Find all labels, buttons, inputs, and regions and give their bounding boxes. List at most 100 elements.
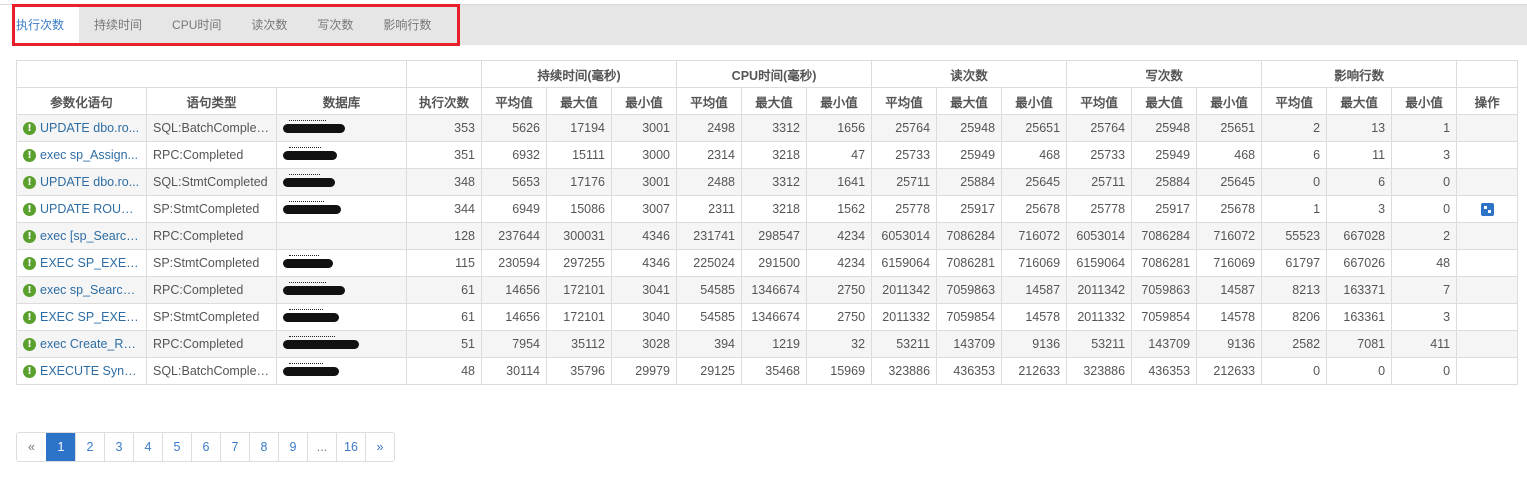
rows-min-cell: 3 (1391, 141, 1458, 169)
table-row: ! exec sp_Search... RPC:Completed 61 14656 17… (16, 276, 1519, 304)
writes-max-cell: 7059854 (1131, 303, 1198, 331)
reads-min-cell: 716072 (1001, 222, 1068, 250)
tab-3[interactable]: 读次数 (236, 5, 302, 45)
pagination-page-7[interactable]: 7 (220, 433, 249, 461)
col-header-duration-avg[interactable]: 平均值 (481, 87, 548, 115)
info-icon[interactable]: ! (23, 175, 36, 189)
cpu-avg-cell: 54585 (676, 276, 743, 304)
exec-count-cell: 48 (406, 357, 483, 385)
col-header-cpu-min[interactable]: 最小值 (806, 87, 873, 115)
dur-max-cell: 297255 (546, 249, 613, 277)
col-header-reads-avg[interactable]: 平均值 (871, 87, 938, 115)
tab-2[interactable]: CPU时间 (157, 5, 236, 45)
reads-max-cell: 25949 (936, 141, 1003, 169)
col-header-writes-max[interactable]: 最大值 (1131, 87, 1198, 115)
cpu-max-cell: 291500 (741, 249, 808, 277)
writes-avg-cell: 53211 (1066, 330, 1133, 358)
info-icon[interactable]: ! (23, 364, 36, 378)
writes-max-cell: 436353 (1131, 357, 1198, 385)
statement-link[interactable]: UPDATE ROUTE... (40, 202, 140, 216)
tab-4[interactable]: 写次数 (302, 5, 368, 45)
exec-count-cell: 115 (406, 249, 483, 277)
pagination-page-8[interactable]: 8 (249, 433, 278, 461)
col-header-reads-max[interactable]: 最大值 (936, 87, 1003, 115)
info-icon[interactable]: ! (23, 283, 36, 297)
statement-link[interactable]: UPDATE dbo.ro... (40, 175, 139, 189)
dur-max-cell: 15111 (546, 141, 613, 169)
pagination-ellipsis[interactable]: ... (307, 433, 336, 461)
rows-avg-cell: 55523 (1261, 222, 1328, 250)
statement-type-cell: RPC:Completed (146, 141, 277, 169)
statement-link[interactable]: exec sp_Search... (40, 283, 140, 297)
col-header-reads-min[interactable]: 最小值 (1001, 87, 1068, 115)
statement-link[interactable]: exec [sp_Search... (40, 229, 140, 243)
col-header-rows-min[interactable]: 最小值 (1391, 87, 1458, 115)
pagination-page-2[interactable]: 2 (75, 433, 104, 461)
exec-count-cell: 351 (406, 141, 483, 169)
col-header-type[interactable]: 语句类型 (146, 87, 277, 115)
info-icon[interactable]: ! (23, 148, 36, 162)
info-icon[interactable]: ! (23, 121, 36, 135)
info-icon[interactable]: ! (23, 256, 36, 270)
cpu-max-cell: 3312 (741, 114, 808, 142)
cpu-avg-cell: 225024 (676, 249, 743, 277)
rows-avg-cell: 2 (1261, 114, 1328, 142)
writes-max-cell: 25917 (1131, 195, 1198, 223)
pagination-page-16[interactable]: 16 (336, 433, 365, 461)
col-header-duration-max[interactable]: 最大值 (546, 87, 613, 115)
statement-link[interactable]: EXEC SP_EXECU... (40, 256, 140, 270)
col-header-duration-min[interactable]: 最小值 (611, 87, 678, 115)
action-cell (1456, 195, 1519, 223)
col-header-database[interactable]: 数据库 (275, 87, 408, 115)
rows-min-cell: 2 (1391, 222, 1458, 250)
info-icon[interactable]: ! (23, 229, 36, 243)
tab-0[interactable]: 执行次数 (0, 5, 80, 45)
dur-avg-cell: 14656 (481, 276, 548, 304)
info-icon[interactable]: ! (23, 337, 36, 351)
dur-max-cell: 17176 (546, 168, 613, 196)
pagination-page-6[interactable]: 6 (191, 433, 220, 461)
rows-min-cell: 1 (1391, 114, 1458, 142)
statement-link[interactable]: UPDATE dbo.ro... (40, 121, 139, 135)
statement-link[interactable]: EXECUTE SyncD... (40, 364, 140, 378)
dur-max-cell: 172101 (546, 276, 613, 304)
pagination-page-3[interactable]: 3 (104, 433, 133, 461)
pagination-next-button[interactable]: » (365, 433, 394, 461)
pagination-prev-button[interactable]: « (17, 433, 46, 461)
dur-max-cell: 15086 (546, 195, 613, 223)
pagination-page-5[interactable]: 5 (162, 433, 191, 461)
statement-link[interactable]: exec Create_Ro... (40, 337, 140, 351)
pagination-page-1[interactable]: 1 (46, 433, 75, 461)
statement-cell: ! exec [sp_Search... (16, 222, 147, 250)
info-icon[interactable]: ! (23, 202, 36, 216)
col-header-cpu-max[interactable]: 最大值 (741, 87, 808, 115)
exec-count-cell: 61 (406, 303, 483, 331)
col-header-rows-max[interactable]: 最大值 (1326, 87, 1393, 115)
col-header-writes-min[interactable]: 最小值 (1196, 87, 1263, 115)
cpu-avg-cell: 394 (676, 330, 743, 358)
col-header-rows-avg[interactable]: 平均值 (1261, 87, 1328, 115)
pagination-page-9[interactable]: 9 (278, 433, 307, 461)
info-icon[interactable]: ! (23, 310, 36, 324)
rows-avg-cell: 8206 (1261, 303, 1328, 331)
tab-5[interactable]: 影响行数 (368, 5, 446, 45)
col-header-statement[interactable]: 参数化语句 (16, 87, 147, 115)
detail-icon[interactable] (1480, 203, 1494, 217)
writes-max-cell: 143709 (1131, 330, 1198, 358)
pagination-page-4[interactable]: 4 (133, 433, 162, 461)
dur-min-cell: 3001 (611, 114, 678, 142)
col-header-writes-avg[interactable]: 平均值 (1066, 87, 1133, 115)
reads-avg-cell: 2011342 (871, 276, 938, 304)
statement-type-cell: SQL:StmtCompleted (146, 168, 277, 196)
writes-avg-cell: 6053014 (1066, 222, 1133, 250)
group-header-writes: 写次数 (1066, 60, 1263, 88)
tab-1[interactable]: 持续时间 (79, 5, 157, 45)
col-header-action: 操作 (1456, 87, 1519, 115)
statement-link[interactable]: exec sp_Assign... (40, 148, 138, 162)
rows-avg-cell: 61797 (1261, 249, 1328, 277)
cpu-min-cell: 47 (806, 141, 873, 169)
col-header-cpu-avg[interactable]: 平均值 (676, 87, 743, 115)
statement-link[interactable]: EXEC SP_EXECU... (40, 310, 140, 324)
col-header-exec-count[interactable]: 执行次数 (406, 87, 483, 115)
column-header-row: 参数化语句 语句类型 数据库 执行次数 平均值 最大值 最小值 平均值 最大值 … (16, 87, 1519, 115)
